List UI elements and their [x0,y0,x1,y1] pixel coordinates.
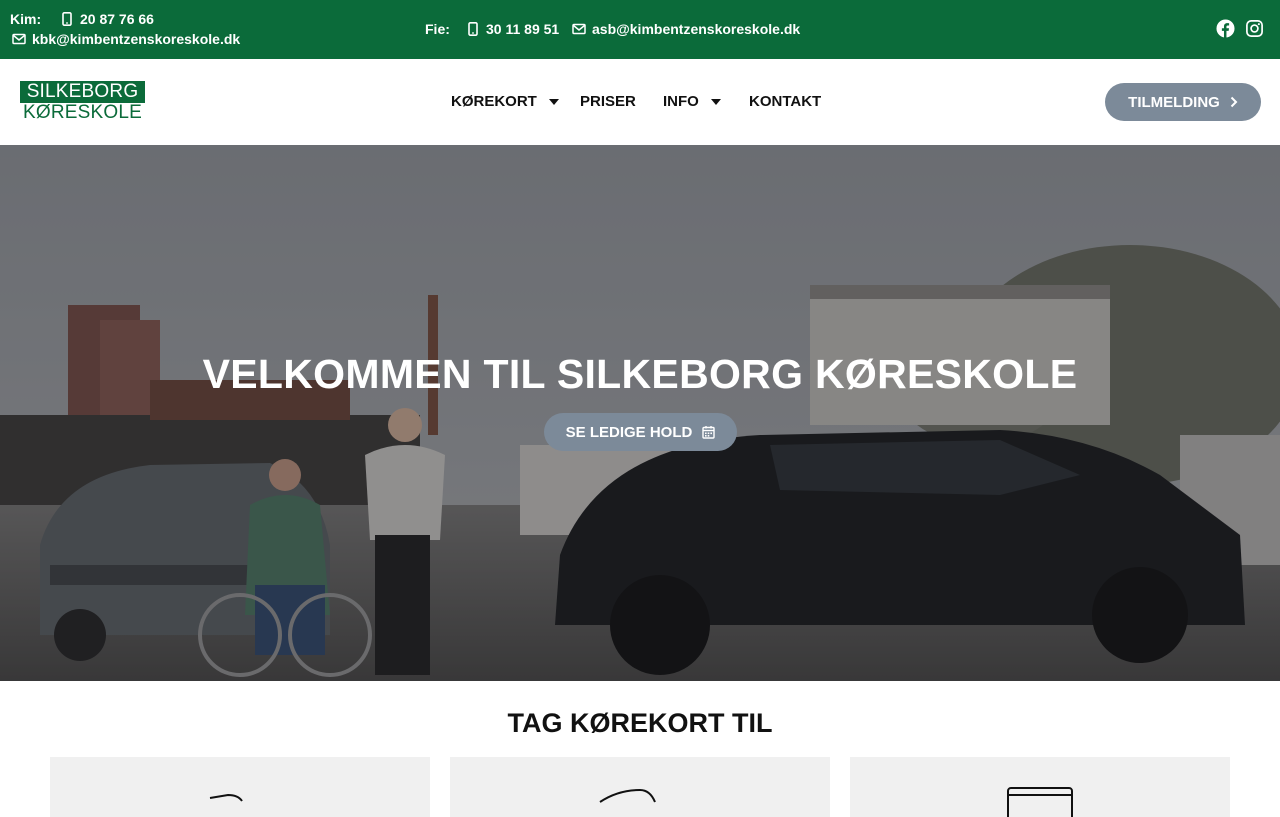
facebook-icon[interactable] [1216,19,1235,38]
hero-section: VELKOMMEN TIL SILKEBORG KØRESKOLE SE LED… [0,145,1280,681]
nav-item-info[interactable]: INFO [663,93,721,110]
browser-window-icon [1007,787,1073,817]
envelope-icon [12,33,26,45]
kim-phone-link[interactable]: 20 87 76 66 [60,11,154,27]
social-links [1216,19,1264,38]
logo-line-1: SILKEBORG [20,81,145,103]
fie-phone-link[interactable]: 30 11 89 51 [466,21,559,37]
helmet-icon [599,788,656,803]
site-header: SILKEBORG KØRESKOLE KØREKORT PRISER INFO… [0,59,1280,145]
tilmelding-button-label: TILMELDING [1128,93,1220,111]
caret-down-icon [710,98,721,105]
logo-line-2: KØRESKOLE [22,102,142,123]
envelope-icon [572,23,586,35]
mobile-phone-icon [468,22,478,36]
section-title: TAG KØREKORT TIL [507,708,773,738]
license-card-car[interactable] [50,757,430,817]
se-ledige-hold-button[interactable]: SE LEDIGE HOLD [544,413,737,451]
kim-email: kbk@kimbentzenskoreskole.dk [32,31,241,47]
tilmelding-button[interactable]: TILMELDING [1105,83,1261,121]
car-license-icon [209,793,243,802]
nav-item-label: KONTAKT [749,93,822,110]
nav-item-label: KØREKORT [451,93,537,110]
nav-item-korekort[interactable]: KØREKORT [451,93,559,110]
se-ledige-hold-label: SE LEDIGE HOLD [565,423,693,441]
caret-down-icon [548,98,559,105]
license-card-motorcycle[interactable] [450,757,830,817]
calendar-icon [702,426,716,439]
nav-item-label: PRISER [580,93,636,110]
kim-phone: 20 87 76 66 [80,11,154,27]
nav-item-priser[interactable]: PRISER [580,93,636,110]
mobile-phone-icon [62,12,72,26]
site-logo[interactable]: SILKEBORG KØRESKOLE [20,81,145,123]
fie-email-link[interactable]: asb@kimbentzenskoreskole.dk [572,21,800,37]
license-card-theory[interactable] [850,757,1230,817]
kim-label: Kim: [10,11,42,27]
top-bar: Kim: 20 87 76 66 kbk@kimbentzenskoreskol… [0,0,1280,59]
chevron-right-icon [1230,96,1238,108]
nav-item-label: INFO [663,93,699,110]
nav-item-kontakt[interactable]: KONTAKT [749,93,821,110]
fie-email: asb@kimbentzenskoreskole.dk [592,21,801,37]
fie-phone: 30 11 89 51 [486,21,560,37]
hero-title: VELKOMMEN TIL SILKEBORG KØRESKOLE [202,351,1078,397]
fie-label: Fie: [425,21,450,37]
instagram-icon[interactable] [1245,19,1264,38]
kim-email-link[interactable]: kbk@kimbentzenskoreskole.dk [12,31,240,47]
